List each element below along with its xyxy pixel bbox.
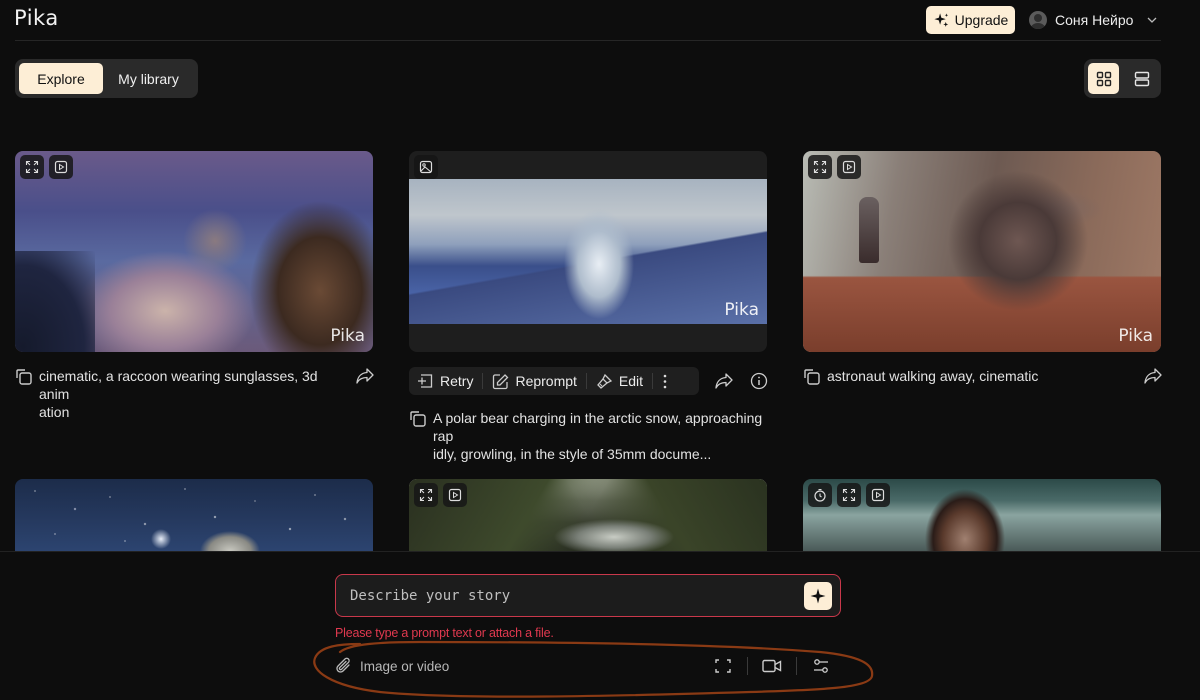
card-action-bar: Retry Reprompt Edit [409,367,699,395]
play-button[interactable] [443,483,467,507]
card-caption: A polar bear charging in the arctic snow… [409,409,779,463]
user-menu[interactable]: Соня Нейро [1029,8,1158,32]
upgrade-label: Upgrade [954,12,1009,28]
card-caption: cinematic, a raccoon wearing sunglasses,… [15,367,345,421]
top-header: Pika Upgrade Соня Нейро [0,0,1200,41]
more-vertical-icon [663,374,667,388]
expand-button[interactable] [414,483,438,507]
divider [482,373,484,389]
caption-text: cinematic, a raccoon wearing sunglasses,… [39,368,318,420]
play-icon [842,160,856,174]
expand-icon [419,488,433,502]
video-camera-icon [762,659,782,673]
edit-pencil-icon [493,373,509,389]
play-button[interactable] [837,155,861,179]
play-button[interactable] [866,483,890,507]
copy-icon[interactable] [803,368,821,386]
retry-button[interactable]: Retry [417,373,473,389]
avatar [1029,11,1047,29]
attach-media-button[interactable]: Image or video [360,659,449,674]
frame-icon [715,659,731,673]
divider [796,657,797,675]
user-name: Соня Нейро [1055,12,1134,28]
retry-icon [418,374,433,388]
aspect-ratio-button[interactable] [713,656,733,676]
video-mode-button[interactable] [762,656,782,676]
expand-button[interactable] [20,155,44,179]
expand-icon [25,160,39,174]
image-icon [419,160,433,174]
prompt-input[interactable] [350,575,790,616]
divider [585,373,587,389]
image-thumbnail[interactable]: Pika [409,179,767,324]
play-icon [54,160,68,174]
image-card-polar-bear[interactable]: Pika [409,151,767,352]
pika-logo[interactable]: Pika [14,6,59,30]
video-thumbnail[interactable] [15,479,373,551]
share-icon[interactable] [1143,367,1163,385]
grid-view-button[interactable] [1088,63,1119,94]
sparkles-icon [934,12,948,27]
copy-icon[interactable] [15,368,33,386]
share-icon[interactable] [355,367,375,385]
list-view-button[interactable] [1126,63,1157,94]
edit-button[interactable]: Edit [596,373,643,390]
pika-watermark: Pika [330,326,365,346]
rows-icon [1134,71,1149,86]
play-icon [448,488,462,502]
timer-button[interactable] [808,483,832,507]
settings-button[interactable] [811,656,831,676]
pika-watermark: Pika [1118,326,1153,346]
upgrade-button[interactable]: Upgrade [926,6,1015,34]
brush-icon [597,373,613,389]
tab-bar: Explore My library [15,59,198,98]
expand-icon [842,488,856,502]
error-message: Please type a prompt text or attach a fi… [335,626,554,640]
share-icon[interactable] [714,372,734,390]
caption-text: A polar bear charging in the arctic snow… [433,410,763,462]
pika-watermark: Pika [724,300,759,320]
video-card-astronaut[interactable]: Pika [803,151,1161,352]
sliders-icon [814,659,828,673]
prompt-box [335,574,841,617]
timer-icon [814,488,826,502]
grid-icon [1096,71,1111,86]
video-card-fjord[interactable] [409,479,767,551]
play-icon [871,488,885,502]
video-card-girl[interactable] [803,479,1161,551]
paperclip-icon[interactable] [335,657,353,675]
sparkle-icon [810,588,826,604]
video-card-raccoon[interactable]: Pika [15,151,373,352]
expand-button[interactable] [837,483,861,507]
generate-button[interactable] [804,582,832,610]
video-card-space[interactable] [15,479,373,551]
view-toggle [1084,59,1161,98]
reprompt-button[interactable]: Reprompt [492,373,577,390]
divider [652,373,654,389]
attach-toolbar: Image or video [335,654,841,678]
tab-my-library[interactable]: My library [103,63,194,94]
info-icon[interactable] [750,372,768,390]
expand-icon [813,160,827,174]
caption-text: astronaut walking away, cinematic [827,368,1039,384]
tab-explore[interactable]: Explore [19,63,103,94]
header-divider [15,40,1161,41]
expand-button[interactable] [808,155,832,179]
divider [747,657,748,675]
video-thumbnail[interactable] [803,151,1161,352]
more-options-button[interactable] [662,373,668,390]
card-caption: astronaut walking away, cinematic [803,367,1123,386]
chevron-down-icon [1147,17,1157,23]
play-button[interactable] [49,155,73,179]
copy-icon[interactable] [409,410,427,428]
video-thumbnail[interactable] [15,151,373,352]
image-type-button[interactable] [414,155,438,179]
